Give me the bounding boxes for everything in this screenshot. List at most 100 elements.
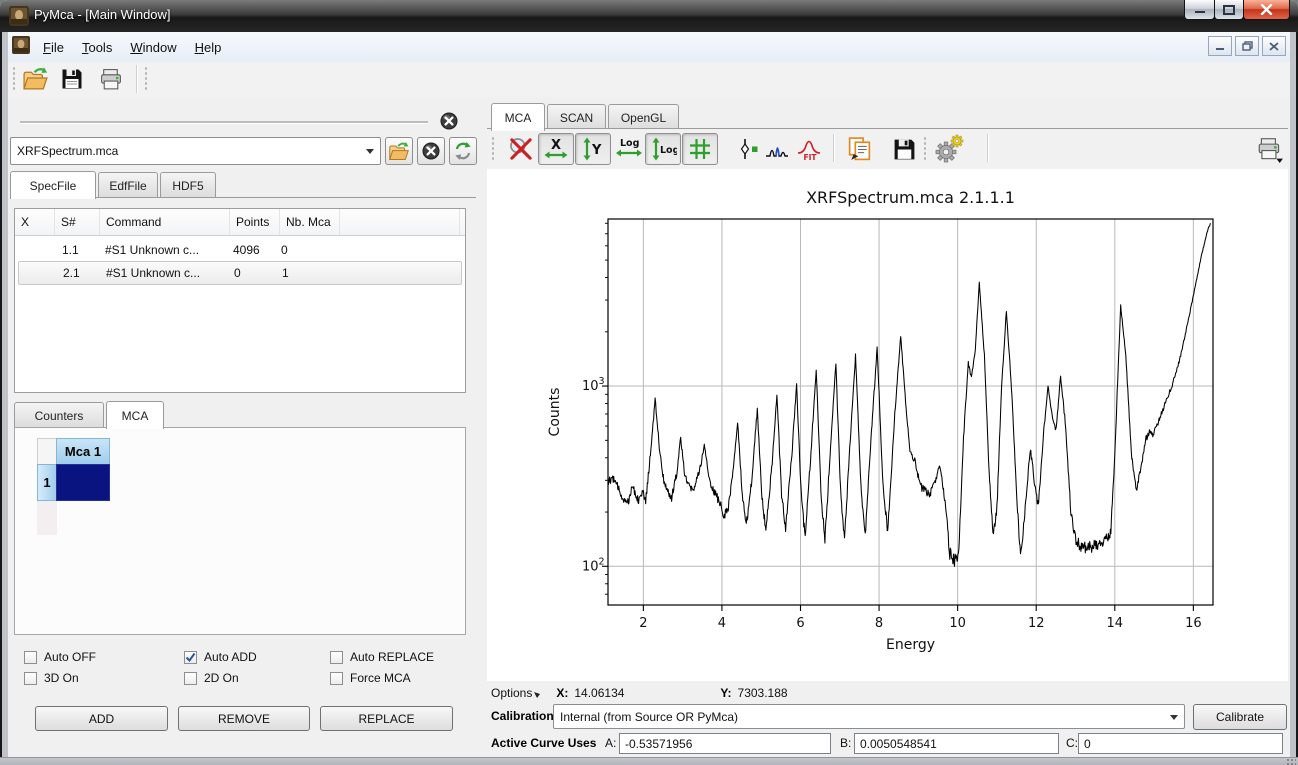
calibrate-button[interactable]: Calibrate bbox=[1193, 704, 1287, 730]
coef-a-field[interactable]: -0.53571956 bbox=[619, 733, 831, 754]
tab-scan[interactable]: SCAN bbox=[547, 104, 606, 130]
source-file-value: XRFSpectrum.mca bbox=[17, 144, 118, 158]
scan-col-Command[interactable]: Command bbox=[100, 209, 230, 235]
mca-plot[interactable]: 246810121416102103XRFSpectrum.mca 2.1.1.… bbox=[487, 169, 1288, 681]
source-file-combo[interactable]: XRFSpectrum.mca bbox=[10, 137, 381, 165]
main-toolbar bbox=[8, 62, 1290, 98]
chevron-down-icon bbox=[366, 149, 374, 154]
add-button[interactable]: ADD bbox=[35, 706, 168, 731]
svg-text:Energy: Energy bbox=[886, 637, 935, 653]
checkbox-auto-replace[interactable]: Auto REPLACE bbox=[330, 650, 434, 664]
checkbox-force-mca[interactable]: Force MCA bbox=[330, 671, 411, 685]
grid-button[interactable] bbox=[682, 133, 718, 165]
copy-button[interactable] bbox=[842, 133, 878, 165]
mca-selected-cell[interactable] bbox=[56, 464, 110, 501]
calibration-label: Calibration bbox=[491, 709, 554, 723]
options-button[interactable]: Options bbox=[491, 686, 532, 700]
tab-mca[interactable]: MCA bbox=[106, 401, 164, 429]
toolbar-drag-handle2[interactable] bbox=[144, 66, 148, 92]
mca-row-header[interactable]: 1 bbox=[37, 464, 57, 501]
peaks-icon bbox=[764, 136, 790, 162]
print-icon[interactable] bbox=[98, 67, 124, 97]
y-autoscale-button[interactable]: Y bbox=[575, 133, 611, 165]
minimize-button[interactable] bbox=[1184, 0, 1215, 20]
scan-row-1.1[interactable]: 1.1#S1 Unknown c...40960 bbox=[18, 239, 462, 261]
tab-specfile[interactable]: SpecFile bbox=[10, 171, 96, 199]
menu-window[interactable]: Window bbox=[121, 36, 185, 59]
source-selector-panel: XRFSpectrum.mca SpecFileEdfFileHDF5 XS#C… bbox=[8, 100, 480, 752]
menu-tools[interactable]: Tools bbox=[73, 36, 121, 59]
zoom-reset-icon bbox=[507, 135, 535, 163]
svg-text:X: X bbox=[551, 138, 561, 153]
mdi-restore-button[interactable] bbox=[1235, 36, 1259, 56]
print-plot-button[interactable] bbox=[1252, 133, 1288, 165]
mdi-area: XRFSpectrum.mca SpecFileEdfFileHDF5 XS#C… bbox=[8, 97, 1290, 757]
calibration-combo[interactable]: Internal (from Source OR PyMca) bbox=[553, 704, 1185, 729]
svg-text:XRFSpectrum.mca 2.1.1.1: XRFSpectrum.mca 2.1.1.1 bbox=[806, 188, 1015, 207]
svg-text:103: 103 bbox=[582, 376, 605, 394]
dock-close-icon[interactable] bbox=[440, 112, 458, 135]
plot-area[interactable]: 246810121416102103XRFSpectrum.mca 2.1.1.… bbox=[487, 169, 1288, 681]
title-bar[interactable]: PyMca - [Main Window] bbox=[0, 0, 1298, 33]
plot-toolbar-handle2[interactable] bbox=[923, 136, 927, 162]
pymca-main-window: PyMca - [Main Window] FileToolsWindowHel… bbox=[0, 0, 1298, 765]
scan-col-X[interactable]: X bbox=[15, 209, 55, 235]
tab-opengl[interactable]: OpenGL bbox=[608, 104, 679, 130]
coef-c-field[interactable]: 0 bbox=[1078, 733, 1283, 754]
scan-col-extra[interactable] bbox=[340, 209, 460, 235]
app-icon bbox=[9, 6, 29, 31]
svg-text:4: 4 bbox=[718, 616, 726, 631]
log-y-icon: Log bbox=[649, 136, 677, 162]
scan-table-body: 1.1#S1 Unknown c...409602.1#S1 Unknown c… bbox=[15, 236, 465, 285]
mdi-child-icon[interactable] bbox=[12, 36, 34, 59]
open-icon[interactable] bbox=[22, 66, 49, 97]
window-resize-grip[interactable] bbox=[1286, 758, 1296, 765]
menu-file[interactable]: File bbox=[34, 36, 73, 59]
svg-text:FIT: FIT bbox=[804, 153, 818, 162]
settings-button[interactable] bbox=[931, 133, 967, 165]
save-icon[interactable] bbox=[60, 67, 84, 96]
coef-b-field[interactable]: 0.0050548541 bbox=[854, 733, 1059, 754]
tab-edffile[interactable]: EdfFile bbox=[98, 172, 158, 198]
plot-status-row: Options X: 14.06134 Y: 7303.188 bbox=[491, 686, 788, 700]
mdi-minimize-button[interactable] bbox=[1208, 36, 1232, 56]
plot-toolbar-handle[interactable] bbox=[491, 136, 495, 162]
view-tabs: CountersMCA bbox=[14, 401, 166, 429]
tab-mca[interactable]: MCA bbox=[491, 103, 545, 131]
tab-counters[interactable]: Counters bbox=[14, 402, 104, 428]
cursor-y-value: 7303.188 bbox=[738, 686, 788, 700]
menu-items: FileToolsWindowHelp bbox=[34, 36, 230, 59]
checkbox-auto-add[interactable]: Auto ADD bbox=[184, 650, 257, 664]
checkbox-2d-on[interactable]: 2D On bbox=[184, 671, 239, 685]
save-plot-button[interactable] bbox=[886, 133, 922, 165]
x-autoscale-button[interactable]: X bbox=[538, 133, 574, 165]
dock-separator-line bbox=[20, 121, 428, 124]
toolbar-drag-handle[interactable] bbox=[12, 66, 16, 92]
close-button[interactable] bbox=[1243, 0, 1290, 20]
zoom-reset-button[interactable] bbox=[503, 133, 539, 165]
scan-col-S#[interactable]: S# bbox=[55, 209, 100, 235]
svg-text:Y: Y bbox=[591, 143, 602, 158]
svg-text:12: 12 bbox=[1028, 616, 1045, 631]
source-open-button[interactable] bbox=[385, 137, 413, 165]
fit-button[interactable]: FIT bbox=[791, 133, 827, 165]
peaks-button[interactable] bbox=[759, 133, 795, 165]
scan-col-Nb. Mca[interactable]: Nb. Mca bbox=[280, 209, 340, 235]
svg-text:Log: Log bbox=[660, 145, 677, 156]
checkbox-auto-off[interactable]: Auto OFF bbox=[24, 650, 96, 664]
tab-hdf5[interactable]: HDF5 bbox=[160, 172, 216, 198]
remove-button[interactable]: REMOVE bbox=[178, 706, 310, 731]
log-y-button[interactable]: Log bbox=[645, 133, 681, 165]
scan-row-2.1[interactable]: 2.1#S1 Unknown c...01 bbox=[18, 261, 462, 285]
replace-button[interactable]: REPLACE bbox=[320, 706, 453, 731]
mca-column-header[interactable]: Mca 1 bbox=[56, 438, 110, 465]
maximize-button[interactable] bbox=[1214, 0, 1244, 20]
source-refresh-button[interactable] bbox=[449, 137, 477, 165]
source-close-button[interactable] bbox=[417, 137, 445, 165]
menu-help[interactable]: Help bbox=[186, 36, 231, 59]
window-frame-left bbox=[0, 32, 8, 757]
mdi-close-button[interactable] bbox=[1262, 36, 1286, 56]
scan-col-Points[interactable]: Points bbox=[230, 209, 280, 235]
checkbox-3d-on[interactable]: 3D On bbox=[24, 671, 79, 685]
log-x-button[interactable]: Log bbox=[611, 133, 647, 165]
